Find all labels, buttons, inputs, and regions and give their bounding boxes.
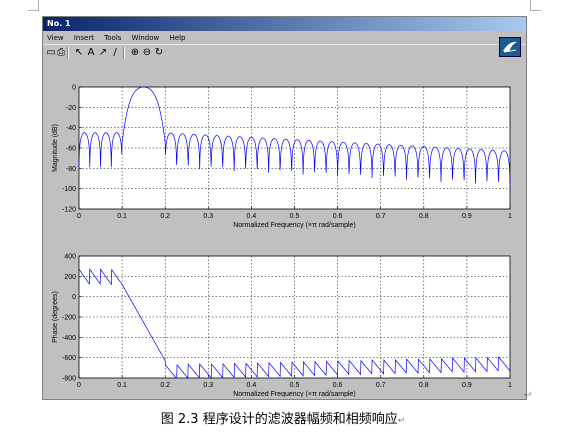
x-axis-label: Normalized Frequency (×π rad/sample): [233, 222, 356, 229]
menu-tools[interactable]: Tools: [104, 34, 121, 42]
x-tick-label: 0.8: [419, 213, 429, 220]
x-tick-label: 0: [77, 213, 81, 220]
print-icon[interactable]: ⎙: [55, 47, 67, 59]
x-tick-label: 0.5: [290, 213, 300, 220]
x-tick-label: 0.1: [117, 382, 127, 389]
pointer-icon[interactable]: ↖: [73, 47, 85, 59]
y-tick-label: 200: [64, 274, 76, 281]
y-tick-label: -400: [62, 335, 76, 342]
x-tick-label: 0.7: [376, 382, 386, 389]
toolbar: ▭ ⎙ ↖ A ↗ / ⊕ ⊖ ↻: [43, 44, 526, 63]
x-tick-label: 0.8: [419, 382, 429, 389]
plots-svg: 0 0.1 0.2 0.3 0.4 0.5 0.6 0.7 0.8 0.9 1 0 -20 -40 -60 -…: [52, 85, 512, 398]
x-tick-label: 0: [77, 382, 81, 389]
x-tick-label: 0.9: [462, 213, 472, 220]
x-tick-label: 1: [508, 213, 512, 220]
x-tick-label: 0.3: [203, 213, 213, 220]
x-tick-label: 1: [508, 382, 512, 389]
corner-mark-left: [28, 0, 39, 11]
toolbar-separator: [67, 47, 69, 59]
y-tick-label: -600: [62, 355, 76, 362]
y-tick-label: -60: [66, 146, 76, 153]
x-tick-label: 0.6: [333, 382, 343, 389]
figure-canvas: 0 0.1 0.2 0.3 0.4 0.5 0.6 0.7 0.8 0.9 1 0 -20 -40 -60 -…: [45, 63, 524, 397]
y-tick-label: -200: [62, 315, 76, 322]
y-tick-label: -120: [62, 207, 76, 214]
x-tick-label: 0.9: [462, 382, 472, 389]
text-icon[interactable]: A: [85, 47, 97, 59]
toolbar-separator: [123, 47, 125, 59]
x-tick-label: 0.5: [290, 382, 300, 389]
x-tick-label: 0.2: [160, 213, 170, 220]
x-tick-label: 0.2: [160, 382, 170, 389]
x-tick-label: 0.7: [376, 213, 386, 220]
y-tick-label: 0: [72, 294, 76, 301]
matlab-logo-icon: [499, 37, 521, 57]
menu-insert[interactable]: Insert: [74, 34, 94, 42]
rotate-icon[interactable]: ↻: [153, 47, 165, 59]
y-tick-label: 0: [72, 85, 76, 92]
window-title: No. 1: [43, 17, 526, 31]
menu-bar: View Insert Tools Window Help: [43, 32, 526, 44]
menu-window[interactable]: Window: [132, 34, 160, 42]
x-tick-label: 0.3: [203, 382, 213, 389]
y-tick-label: -100: [62, 186, 76, 193]
zoom-in-icon[interactable]: ⊕: [129, 47, 141, 59]
x-tick-label: 0.1: [117, 213, 127, 220]
figure-caption: 图 2.3 程序设计的滤波器幅频和相频响应↵: [0, 408, 566, 427]
menu-help[interactable]: Help: [170, 34, 186, 42]
y-tick-label: 400: [64, 254, 76, 261]
x-tick-label: 0.4: [247, 382, 257, 389]
arrow-icon[interactable]: ↗: [97, 47, 109, 59]
x-tick-label: 0.6: [333, 213, 343, 220]
y-tick-label: -20: [66, 105, 76, 112]
caption-text: 图 2.3 程序设计的滤波器幅频和相频响应: [160, 412, 398, 427]
x-tick-label: 0.4: [247, 213, 257, 220]
line-icon[interactable]: /: [109, 47, 121, 59]
x-axis-label: Normalized Frequency (×π rad/sample): [233, 391, 356, 397]
y-tick-label: -800: [62, 376, 76, 383]
y-axis-label: Phase (degrees): [52, 291, 59, 343]
paragraph-mark: ↵: [524, 390, 533, 401]
menu-view[interactable]: View: [47, 34, 64, 42]
y-tick-label: -80: [66, 166, 76, 173]
figure-window: No. 1 View Insert Tools Window Help ▭ ⎙ ↖ A…: [42, 16, 527, 400]
corner-mark-right: [530, 0, 541, 11]
y-axis-label: Magnitude (dB): [52, 124, 59, 172]
y-tick-label: -40: [66, 125, 76, 132]
caption-paragraph-mark: ↵: [397, 416, 406, 426]
zoom-out-icon[interactable]: ⊖: [141, 47, 153, 59]
